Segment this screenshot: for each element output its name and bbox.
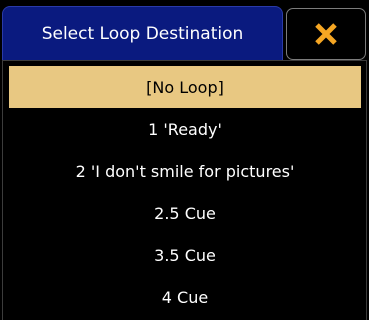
dialog-title-text: Select Loop Destination xyxy=(41,23,244,44)
close-button[interactable] xyxy=(286,8,366,60)
list-item-cue-3-5[interactable]: 3.5 Cue xyxy=(9,234,361,276)
list-item-cue-2-5[interactable]: 2.5 Cue xyxy=(9,192,361,234)
list-item-cue-2[interactable]: 2 'I don't smile for pictures' xyxy=(9,150,361,192)
close-icon xyxy=(315,23,337,45)
list-item-cue-1[interactable]: 1 'Ready' xyxy=(9,108,361,150)
list-item-label: 2 'I don't smile for pictures' xyxy=(75,161,295,181)
list-item-cue-4[interactable]: 4 Cue xyxy=(9,276,361,318)
loop-destination-list: [No Loop] 1 'Ready' 2 'I don't smile for… xyxy=(2,60,367,320)
dialog-title: Select Loop Destination xyxy=(2,6,283,60)
list-item-label: 2.5 Cue xyxy=(154,203,216,223)
list-item-label: 3.5 Cue xyxy=(154,245,216,265)
list-item-label: [No Loop] xyxy=(146,77,224,97)
list-item-label: 1 'Ready' xyxy=(148,119,222,139)
list-item-label: 4 Cue xyxy=(161,287,209,307)
list-item-no-loop[interactable]: [No Loop] xyxy=(9,66,361,108)
